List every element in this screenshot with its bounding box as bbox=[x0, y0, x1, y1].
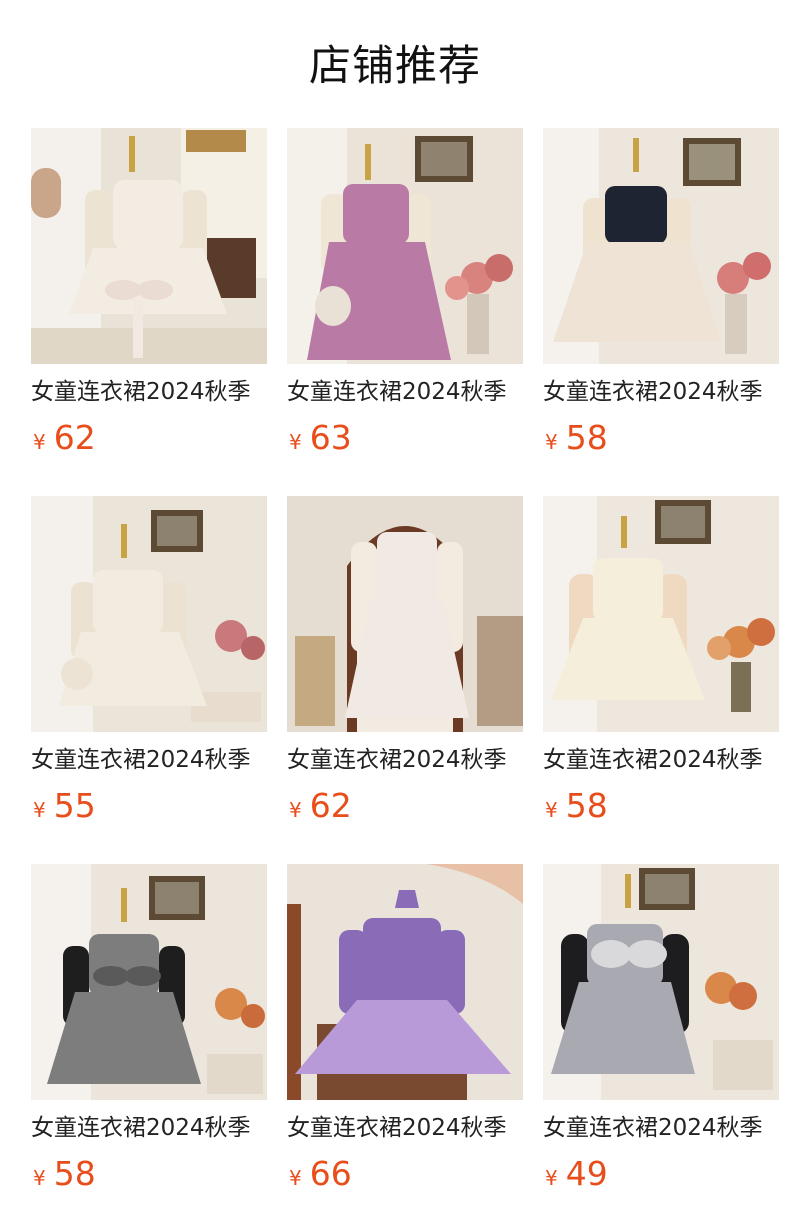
product-image[interactable] bbox=[543, 496, 779, 732]
dress-photo-illustration bbox=[31, 496, 267, 732]
product-card[interactable]: 女童连衣裙2024秋季 ¥58 bbox=[543, 128, 779, 496]
product-price: ¥62 bbox=[33, 418, 96, 458]
product-image[interactable] bbox=[31, 864, 267, 1100]
product-card[interactable]: 女童连衣裙2024秋季 ¥49 bbox=[543, 864, 779, 1232]
dress-photo-illustration bbox=[543, 496, 779, 732]
dress-photo-illustration bbox=[287, 496, 523, 732]
product-card[interactable]: 女童连衣裙2024秋季 ¥66 bbox=[287, 864, 523, 1232]
currency-symbol: ¥ bbox=[545, 798, 558, 822]
product-card[interactable]: 女童连衣裙2024秋季 ¥58 bbox=[543, 496, 779, 864]
product-name[interactable]: 女童连衣裙2024秋季 bbox=[543, 1112, 779, 1144]
dress-photo-illustration bbox=[31, 128, 267, 364]
currency-symbol: ¥ bbox=[545, 1166, 558, 1190]
product-grid: 女童连衣裙2024秋季 ¥62 女童连衣裙2024秋季 ¥ 63 女童连衣裙20… bbox=[31, 128, 779, 1232]
dress-shape bbox=[345, 532, 469, 718]
product-image[interactable] bbox=[543, 128, 779, 364]
dress-photo-illustration bbox=[543, 864, 779, 1100]
price-amount: 55 bbox=[53, 786, 96, 825]
currency-symbol: ¥ bbox=[289, 798, 302, 822]
product-name[interactable]: 女童连衣裙2024秋季 bbox=[543, 376, 779, 408]
product-image[interactable] bbox=[543, 864, 779, 1100]
product-price: ¥58 bbox=[545, 418, 608, 458]
product-image[interactable] bbox=[287, 864, 523, 1100]
product-name[interactable]: 女童连衣裙2024秋季 bbox=[31, 1112, 267, 1144]
product-name[interactable]: 女童连衣裙2024秋季 bbox=[287, 376, 523, 408]
currency-symbol: ¥ bbox=[545, 430, 558, 454]
product-name[interactable]: 女童连衣裙2024秋季 bbox=[31, 376, 267, 408]
product-card[interactable]: 女童连衣裙2024秋季 ¥55 bbox=[31, 496, 267, 864]
product-image[interactable] bbox=[287, 496, 523, 732]
dress-photo-illustration bbox=[287, 864, 523, 1100]
price-amount: 62 bbox=[309, 786, 352, 825]
price-amount: 62 bbox=[53, 418, 96, 457]
product-card[interactable]: 女童连衣裙2024秋季 ¥62 bbox=[287, 496, 523, 864]
dress-photo-illustration bbox=[543, 128, 779, 364]
product-name[interactable]: 女童连衣裙2024秋季 bbox=[543, 744, 779, 776]
product-price: ¥55 bbox=[33, 786, 96, 826]
currency-symbol: ¥ bbox=[289, 430, 302, 454]
product-price: ¥58 bbox=[33, 1154, 96, 1194]
product-image[interactable] bbox=[31, 128, 267, 364]
product-price: ¥49 bbox=[545, 1154, 608, 1194]
pearl-bag-shape bbox=[315, 286, 351, 326]
product-name[interactable]: 女童连衣裙2024秋季 bbox=[287, 1112, 523, 1144]
price-amount: 58 bbox=[565, 418, 608, 457]
price-amount: 58 bbox=[565, 786, 608, 825]
product-card[interactable]: 女童连衣裙2024秋季 ¥63 bbox=[287, 128, 523, 496]
currency-symbol: ¥ bbox=[33, 1166, 46, 1190]
page-title: 店铺推荐 bbox=[308, 41, 481, 90]
price-amount: 49 bbox=[565, 1154, 608, 1193]
product-image[interactable] bbox=[287, 128, 523, 364]
currency-symbol: ¥ bbox=[33, 430, 46, 454]
product-price: ¥58 bbox=[545, 786, 608, 826]
product-name[interactable]: 女童连衣裙2024秋季 bbox=[287, 744, 523, 776]
currency-symbol: ¥ bbox=[33, 798, 46, 822]
product-name[interactable]: 女童连衣裙2024秋季 bbox=[31, 744, 267, 776]
product-price: ¥62 bbox=[289, 786, 352, 826]
dress-photo-illustration bbox=[287, 128, 523, 364]
product-card[interactable]: 女童连衣裙2024秋季 ¥58 bbox=[31, 864, 267, 1232]
product-image[interactable] bbox=[31, 496, 267, 732]
currency-symbol: ¥ bbox=[289, 1166, 302, 1190]
product-price: ¥66 bbox=[289, 1154, 352, 1194]
product-price: ¥63 bbox=[289, 418, 352, 458]
price-amount: 66 bbox=[309, 1154, 352, 1193]
price-amount: 58 bbox=[53, 1154, 96, 1193]
pearl-bag-shape bbox=[61, 658, 93, 690]
product-card[interactable]: 女童连衣裙2024秋季 ¥62 bbox=[31, 128, 267, 496]
price-amount: 63 bbox=[309, 418, 352, 457]
dress-photo-illustration bbox=[31, 864, 267, 1100]
